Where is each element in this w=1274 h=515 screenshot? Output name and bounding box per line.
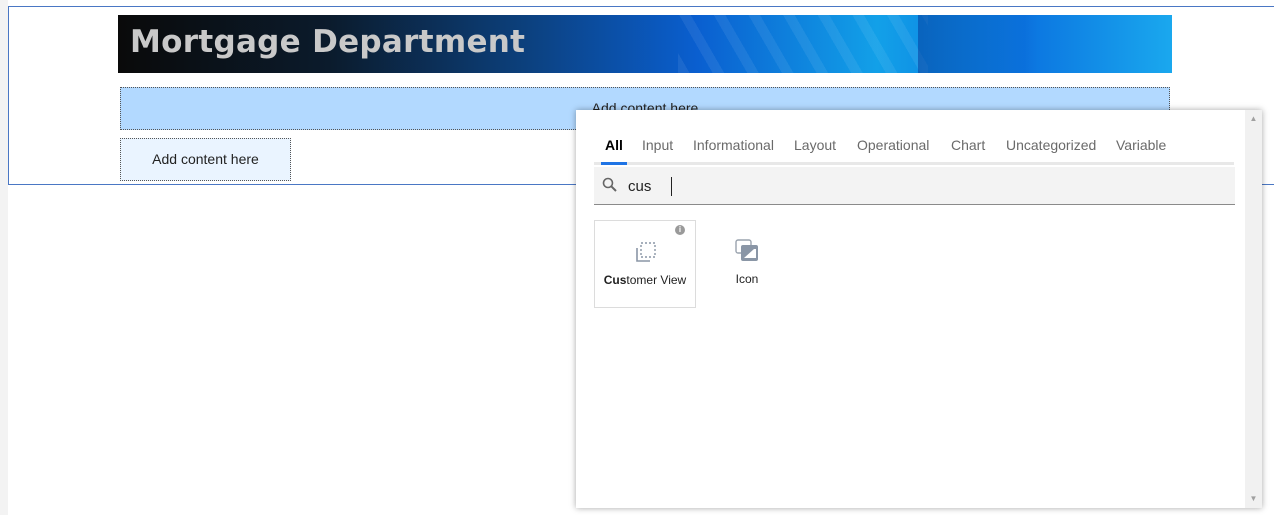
result-customer-view[interactable]: i Customer View — [594, 220, 696, 308]
component-picker-popup: All Input Informational Layout Operation… — [576, 110, 1262, 508]
tab-layout[interactable]: Layout — [794, 135, 836, 162]
result-label: Customer View — [603, 273, 687, 287]
search-field[interactable] — [594, 167, 1235, 205]
info-icon[interactable]: i — [675, 225, 685, 235]
result-label: Icon — [735, 272, 759, 286]
search-icon — [602, 177, 617, 192]
result-icon[interactable]: Icon — [696, 220, 798, 308]
category-tabs: All Input Informational Layout Operation… — [594, 135, 1234, 165]
image-icon — [735, 239, 758, 261]
text-caret — [671, 177, 672, 196]
content-placeholder-small[interactable]: Add content here — [120, 138, 291, 181]
header-banner: Mortgage Department — [118, 15, 1172, 73]
banner-title: Mortgage Department — [130, 24, 526, 60]
popup-scrollbar[interactable]: ▲ ▼ — [1245, 110, 1262, 508]
tab-operational[interactable]: Operational — [857, 135, 929, 162]
tab-uncategorized[interactable]: Uncategorized — [1006, 135, 1096, 162]
left-margin — [0, 0, 8, 515]
tab-variable[interactable]: Variable — [1116, 135, 1166, 162]
tab-all[interactable]: All — [601, 135, 627, 165]
tab-informational[interactable]: Informational — [693, 135, 774, 162]
tab-chart[interactable]: Chart — [951, 135, 985, 162]
scroll-up-icon[interactable]: ▲ — [1245, 112, 1262, 126]
customer-view-icon — [636, 242, 656, 262]
tab-input[interactable]: Input — [642, 135, 673, 162]
scroll-down-icon[interactable]: ▼ — [1245, 492, 1262, 506]
search-input[interactable] — [628, 175, 1188, 197]
